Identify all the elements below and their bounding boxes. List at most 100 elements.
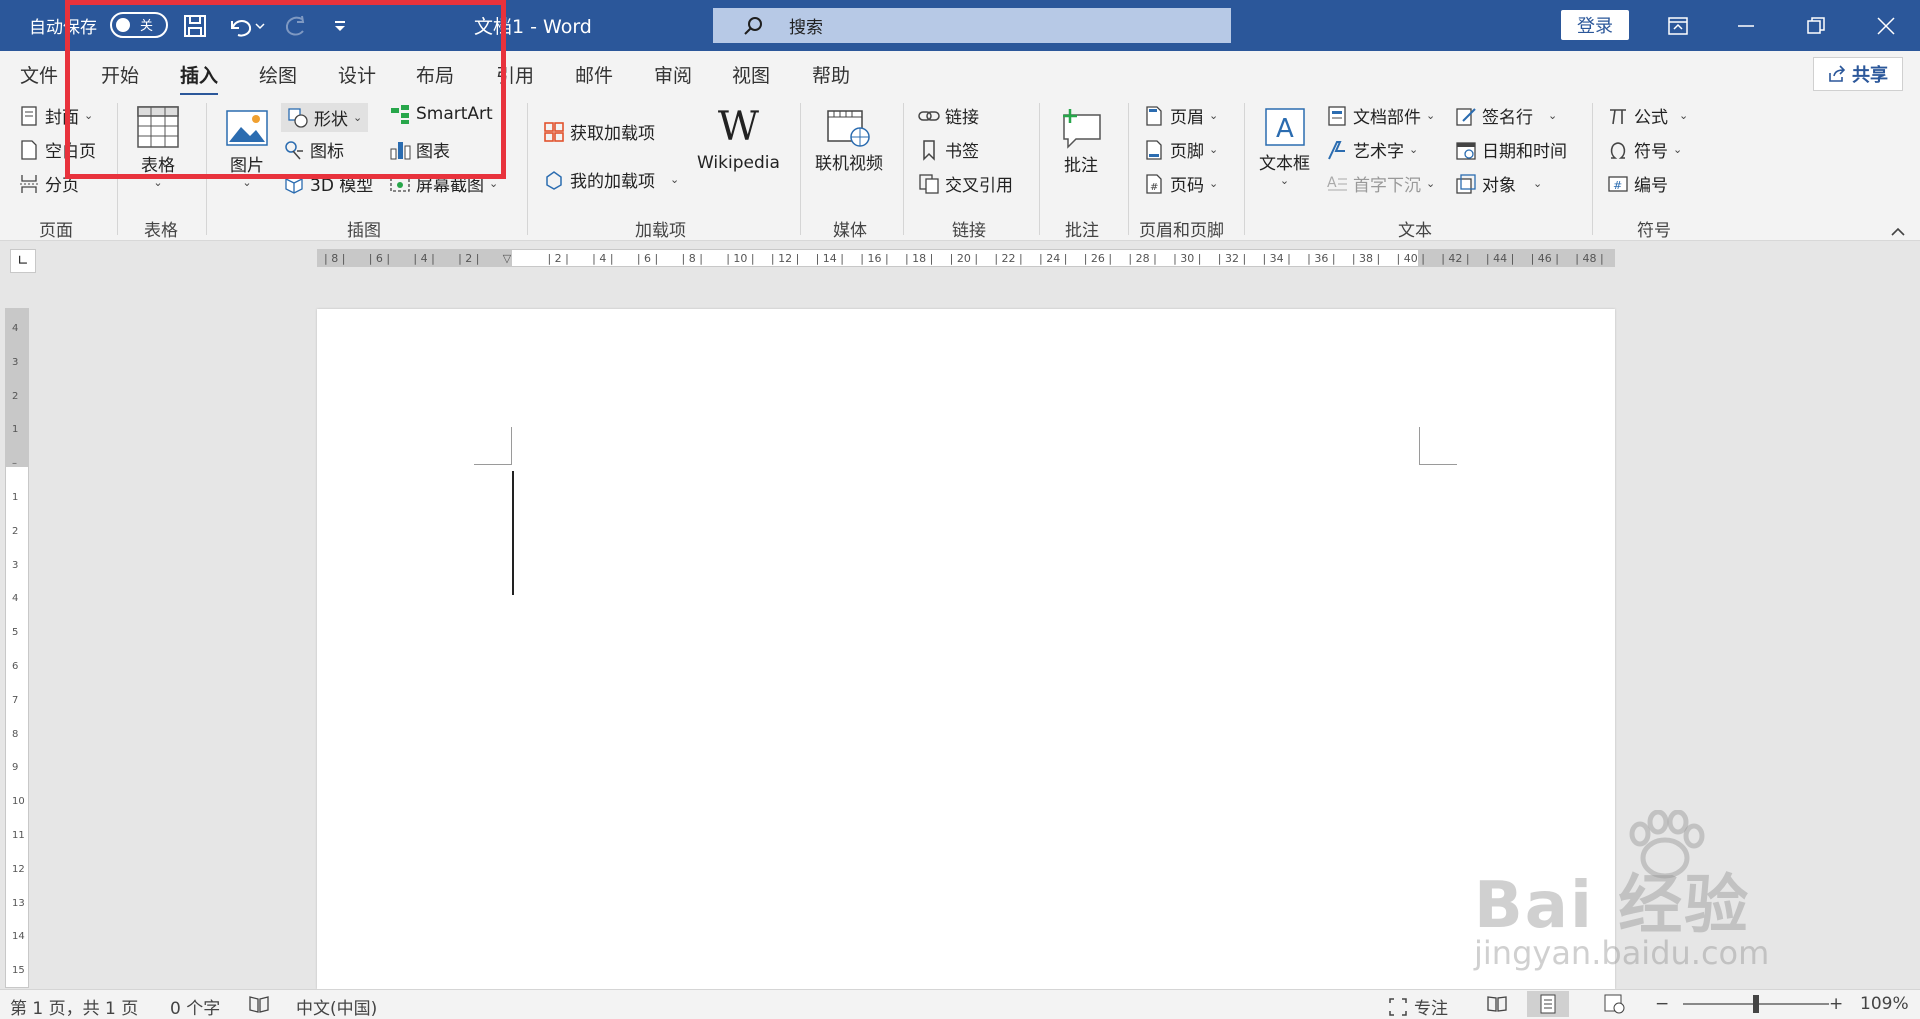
zoom-slider[interactable]	[1683, 995, 1829, 1013]
search-box[interactable]: 搜索	[713, 8, 1231, 43]
collapse-ribbon-icon[interactable]	[1890, 223, 1906, 243]
ruler-tick-label: | 20 |	[949, 252, 979, 265]
share-icon	[1829, 65, 1846, 82]
wikipedia-icon: W	[717, 104, 760, 150]
vruler-tick-label: 10	[12, 796, 25, 808]
tab-review[interactable]: 审阅	[654, 61, 692, 88]
baidu-watermark: Bai 经验 jingyan.baidu.com	[1470, 810, 1830, 980]
header-button[interactable]: 页眉 ⌄	[1143, 103, 1218, 128]
focus-icon	[1389, 997, 1407, 1016]
login-button[interactable]: 登录	[1561, 10, 1629, 40]
drop-cap-icon: A	[1327, 175, 1347, 191]
zoom-in-button[interactable]: +	[1829, 994, 1843, 1014]
web-layout-icon[interactable]	[1604, 994, 1626, 1019]
date-time-button[interactable]: 日期和时间	[1455, 137, 1567, 162]
margin-corner-top-right	[1419, 427, 1457, 465]
zoom-out-button[interactable]: −	[1655, 994, 1669, 1014]
cross-reference-button[interactable]: 交叉引用	[918, 171, 1013, 196]
calendar-icon	[1456, 141, 1476, 160]
group-label-symbols: 符号	[1637, 221, 1671, 241]
search-icon	[744, 16, 762, 35]
vruler-tick-label: 4	[12, 323, 19, 334]
vruler-tick-label: 1	[12, 424, 19, 436]
group-label-links: 链接	[952, 221, 986, 241]
vruler-tick-label: 2	[12, 390, 19, 402]
tab-file[interactable]: 文件	[20, 61, 58, 88]
text-box-button[interactable]: A 文本框 ⌄	[1259, 105, 1310, 187]
ruler-tick-label: ▽	[502, 252, 512, 265]
zoom-slider-thumb[interactable]	[1753, 995, 1759, 1013]
tab-help[interactable]: 帮助	[812, 61, 850, 88]
watermark-url: jingyan.baidu.com	[1474, 934, 1770, 972]
status-bar: 第 1 页，共 1 页 0 个字 中文(中国) 专注 − + 109%	[0, 989, 1920, 1019]
group-label-pages: 页面	[39, 221, 73, 241]
group-separator	[903, 103, 904, 235]
ruler-tick-label: | 4 |	[413, 252, 435, 265]
comment-button[interactable]: 批注	[1058, 107, 1104, 176]
online-video-button[interactable]: 联机视频	[815, 109, 883, 174]
ruler-tick-label: | 2 |	[458, 252, 480, 265]
close-icon[interactable]	[1856, 0, 1916, 51]
focus-mode-button[interactable]: 专注	[1388, 994, 1448, 1019]
tab-selector[interactable]: ∟	[10, 249, 36, 273]
group-label-tables: 表格	[144, 221, 178, 241]
document-page[interactable]	[317, 309, 1615, 989]
symbol-button[interactable]: 符号 ⌄	[1607, 137, 1682, 162]
number-button[interactable]: # 编号	[1607, 171, 1668, 196]
group-label-media: 媒体	[833, 221, 867, 241]
vruler-tick-label: 6	[12, 661, 19, 672]
header-icon	[1146, 105, 1162, 126]
page-count[interactable]: 第 1 页，共 1 页	[10, 994, 138, 1019]
bookmark-icon	[923, 139, 935, 161]
vruler-tick-label: 15	[12, 965, 25, 977]
horizontal-ruler[interactable]: | 8 | | 6 | | 4 | | 2 | ▽ | 2 | | 4 | | 6 | | 8 …	[317, 249, 1615, 267]
object-button[interactable]: 对象 ⌄	[1455, 171, 1542, 196]
vruler-tick-label: 11	[12, 830, 25, 841]
my-addins-button[interactable]: 我的加载项 ⌄	[543, 167, 679, 192]
highlight-box	[65, 0, 506, 179]
link-icon	[918, 110, 940, 121]
watermark-brand: Bai 经验	[1474, 869, 1751, 943]
signature-line-button[interactable]: 签名行 ⌄	[1455, 103, 1557, 128]
group-label-comments: 批注	[1065, 221, 1099, 241]
footer-icon	[1146, 139, 1162, 160]
ruler-tick-label: | 28 |	[1128, 252, 1157, 265]
word-count[interactable]: 0 个字	[170, 994, 220, 1019]
vertical-ruler[interactable]: 4 3 2 1–1 2 3 4 5 6 7 8 9 10 11 12 13 14 15	[5, 308, 29, 988]
ruler-tick-label: | 6 |	[636, 252, 659, 265]
tab-mailings[interactable]: 邮件	[575, 61, 613, 88]
page-break-icon	[20, 174, 38, 193]
footer-button[interactable]: 页脚 ⌄	[1143, 137, 1218, 162]
group-separator	[1128, 103, 1129, 235]
wordart-button[interactable]: 艺术字 ⌄	[1326, 137, 1418, 162]
zoom-level[interactable]: 109%	[1860, 994, 1909, 1014]
group-label-header-footer: 页眉和页脚	[1139, 221, 1224, 241]
ruler-area: ∟ | 8 | | 6 | | 4 | | 2 | ▽ | 2 | | 4 | | 6 | | …	[0, 241, 1920, 281]
link-button[interactable]: 链接	[918, 103, 979, 128]
proofing-icon[interactable]	[248, 994, 270, 1019]
page-number-button[interactable]: # 页码 ⌄	[1143, 171, 1218, 196]
ribbon-display-options-icon[interactable]	[1648, 0, 1708, 51]
quick-parts-icon	[1328, 105, 1346, 126]
read-mode-icon[interactable]	[1486, 994, 1508, 1019]
number-icon: #	[1608, 175, 1628, 192]
text-cursor	[512, 471, 514, 595]
restore-icon[interactable]	[1786, 0, 1846, 51]
print-layout-icon[interactable]	[1527, 991, 1569, 1017]
ruler-tick-label: | 36 |	[1307, 252, 1336, 265]
ruler-tick-label: | 10 |	[726, 252, 755, 265]
share-button[interactable]: 共享	[1813, 57, 1903, 91]
equation-button[interactable]: 公式 ⌄	[1607, 103, 1688, 128]
object-icon	[1456, 173, 1476, 194]
ruler-tick-label: | 16 |	[860, 252, 889, 265]
tab-view[interactable]: 视图	[732, 61, 770, 88]
vruler-tick-label: 1	[12, 492, 19, 503]
language[interactable]: 中文(中国)	[296, 994, 377, 1019]
group-label-addins: 加载项	[635, 221, 686, 241]
get-addins-button[interactable]: 获取加载项	[543, 119, 655, 144]
wikipedia-button[interactable]: W Wikipedia	[697, 105, 780, 173]
ruler-tick-label: | 24 |	[1039, 252, 1068, 265]
bookmark-button[interactable]: 书签	[918, 137, 979, 162]
quick-parts-button[interactable]: 文档部件 ⌄	[1326, 103, 1435, 128]
minimize-icon[interactable]	[1716, 0, 1776, 51]
